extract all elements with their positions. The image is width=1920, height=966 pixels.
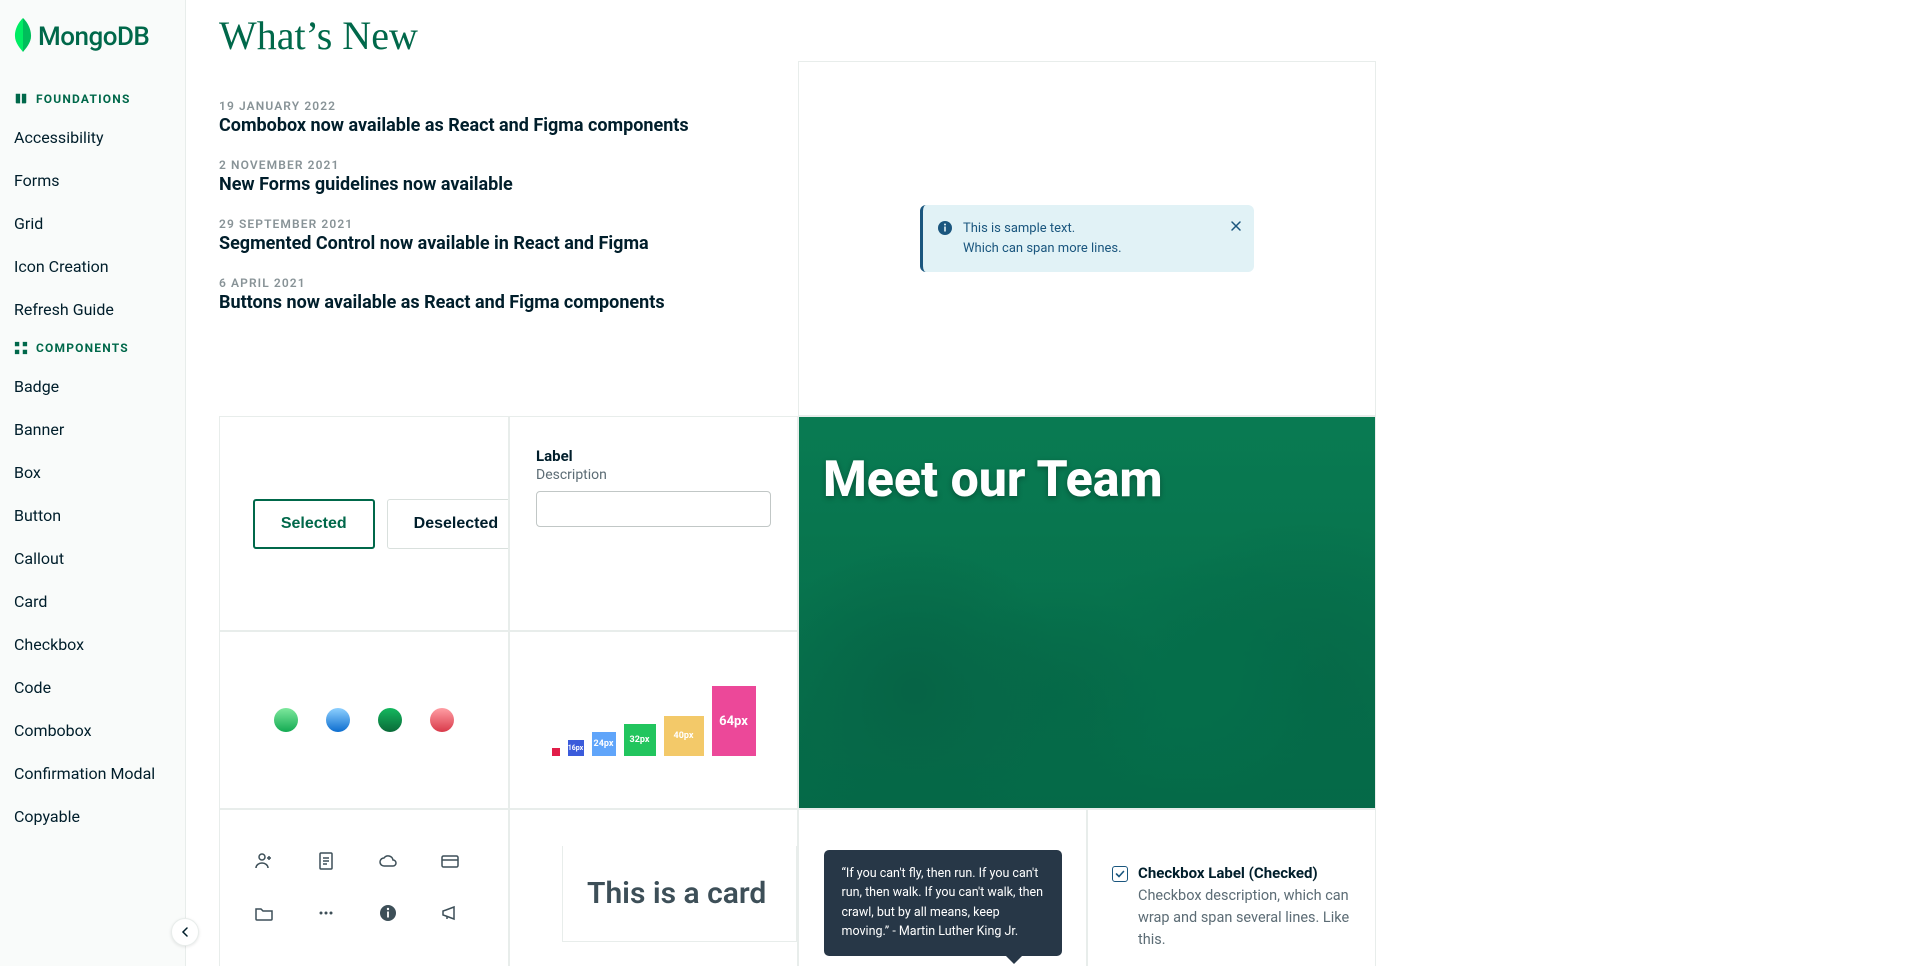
nav-item-refresh-guide[interactable]: Refresh Guide xyxy=(0,288,185,331)
form-label: Label xyxy=(536,447,771,465)
checkbox-description: Checkbox description, which can wrap and… xyxy=(1138,885,1355,950)
nav-item-callout[interactable]: Callout xyxy=(0,537,185,580)
nav-item-checkbox[interactable]: Checkbox xyxy=(0,623,185,666)
preview-team-image: Meet our Team xyxy=(798,416,1376,809)
ellipsis-icon xyxy=(316,903,336,923)
news-title: Combobox now available as React and Figm… xyxy=(219,115,798,136)
preview-checkbox: Checkbox Label (Checked) Checkbox descri… xyxy=(1087,809,1376,966)
nav-item-code[interactable]: Code xyxy=(0,666,185,709)
nav-item-card[interactable]: Card xyxy=(0,580,185,623)
nav-item-copyable[interactable]: Copyable xyxy=(0,795,185,838)
swatch-32: 32px xyxy=(624,724,656,756)
news-title: New Forms guidelines now available xyxy=(219,174,798,195)
banner-close-button[interactable] xyxy=(1230,217,1242,236)
credit-card-icon xyxy=(440,851,460,871)
news-title: Buttons now available as React and Figma… xyxy=(219,292,798,313)
preview-icon-grid xyxy=(219,809,509,966)
nav-item-banner[interactable]: Banner xyxy=(0,408,185,451)
megaphone-icon xyxy=(440,903,460,923)
news-item[interactable]: 29 SEPTEMBER 2021 Segmented Control now … xyxy=(219,217,798,254)
nav-item-icon-creation[interactable]: Icon Creation xyxy=(0,245,185,288)
check-icon xyxy=(1115,869,1125,879)
segmented-deselected[interactable]: Deselected xyxy=(387,499,509,549)
form-description: Description xyxy=(536,467,771,483)
news-item[interactable]: 2 NOVEMBER 2021 New Forms guidelines now… xyxy=(219,158,798,195)
checkbox-input[interactable] xyxy=(1112,866,1128,882)
news-date: 29 SEPTEMBER 2021 xyxy=(219,217,798,231)
preview-banner: This is sample text. Which can span more… xyxy=(798,61,1376,416)
badge-chart-icon xyxy=(430,708,454,732)
badge-leaf-icon xyxy=(274,708,298,732)
news-date: 6 APRIL 2021 xyxy=(219,276,798,290)
page-title: What’s New xyxy=(219,12,418,59)
news-date: 19 JANUARY 2022 xyxy=(219,99,798,113)
swatch-8 xyxy=(552,748,560,756)
cloud-icon xyxy=(378,851,398,871)
news-title: Segmented Control now available in React… xyxy=(219,233,798,254)
tooltip-bubble: “If you can't fly, then run. If you can'… xyxy=(824,850,1062,956)
news-item[interactable]: 19 JANUARY 2022 Combobox now available a… xyxy=(219,99,798,136)
nav-item-accessibility[interactable]: Accessibility xyxy=(0,116,185,159)
grid-icon xyxy=(14,341,28,355)
news-date: 2 NOVEMBER 2021 xyxy=(219,158,798,172)
logo[interactable]: MongoDB xyxy=(0,18,185,82)
folder-icon xyxy=(254,903,274,923)
nav-item-combobox[interactable]: Combobox xyxy=(0,709,185,752)
mongodb-leaf-icon xyxy=(14,18,32,56)
nav-item-badge[interactable]: Badge xyxy=(0,365,185,408)
person-add-icon xyxy=(254,851,274,871)
news-list: 19 JANUARY 2022 Combobox now available a… xyxy=(219,61,798,416)
preview-form-input: Label Description xyxy=(509,416,798,631)
form-text-input[interactable] xyxy=(536,491,771,527)
nav-section-components[interactable]: COMPONENTS xyxy=(0,331,185,365)
nav-item-grid[interactable]: Grid xyxy=(0,202,185,245)
segmented-selected[interactable]: Selected xyxy=(253,499,375,549)
document-icon xyxy=(316,851,336,871)
nav-item-box[interactable]: Box xyxy=(0,451,185,494)
main-content: What’s New 19 JANUARY 2022 Combobox now … xyxy=(186,0,1920,966)
preview-card: This is a card xyxy=(509,809,798,966)
sidebar: MongoDB FOUNDATIONS Accessibility Forms … xyxy=(0,0,186,966)
book-icon xyxy=(14,92,28,106)
swatch-16: 16px xyxy=(568,740,584,756)
info-filled-icon xyxy=(378,903,398,923)
swatch-64: 64px xyxy=(712,686,756,756)
logo-text: MongoDB xyxy=(38,22,149,52)
banner-text: This is sample text. Which can span more… xyxy=(963,219,1122,258)
nav-section-foundations[interactable]: FOUNDATIONS xyxy=(0,82,185,116)
badge-shard-icon xyxy=(378,708,402,732)
info-icon xyxy=(937,220,953,236)
nav-item-button[interactable]: Button xyxy=(0,494,185,537)
team-title: Meet our Team xyxy=(823,451,1163,509)
badge-globe-icon xyxy=(326,708,350,732)
preview-segmented-control: Selected Deselected xyxy=(219,416,509,631)
news-item[interactable]: 6 APRIL 2021 Buttons now available as Re… xyxy=(219,276,798,313)
swatch-24: 24px xyxy=(592,732,616,756)
preview-badges xyxy=(219,631,509,809)
nav-item-confirmation-modal[interactable]: Confirmation Modal xyxy=(0,752,185,795)
nav-item-forms[interactable]: Forms xyxy=(0,159,185,202)
checkbox-label: Checkbox Label (Checked) xyxy=(1138,864,1355,882)
preview-tooltip: “If you can't fly, then run. If you can'… xyxy=(798,809,1087,966)
card-content: This is a card xyxy=(562,846,797,942)
info-banner: This is sample text. Which can span more… xyxy=(920,205,1254,272)
preview-size-swatches: 16px 24px 32px 40px 64px xyxy=(509,631,798,809)
swatch-40: 40px xyxy=(664,716,704,756)
close-icon xyxy=(1230,220,1242,232)
